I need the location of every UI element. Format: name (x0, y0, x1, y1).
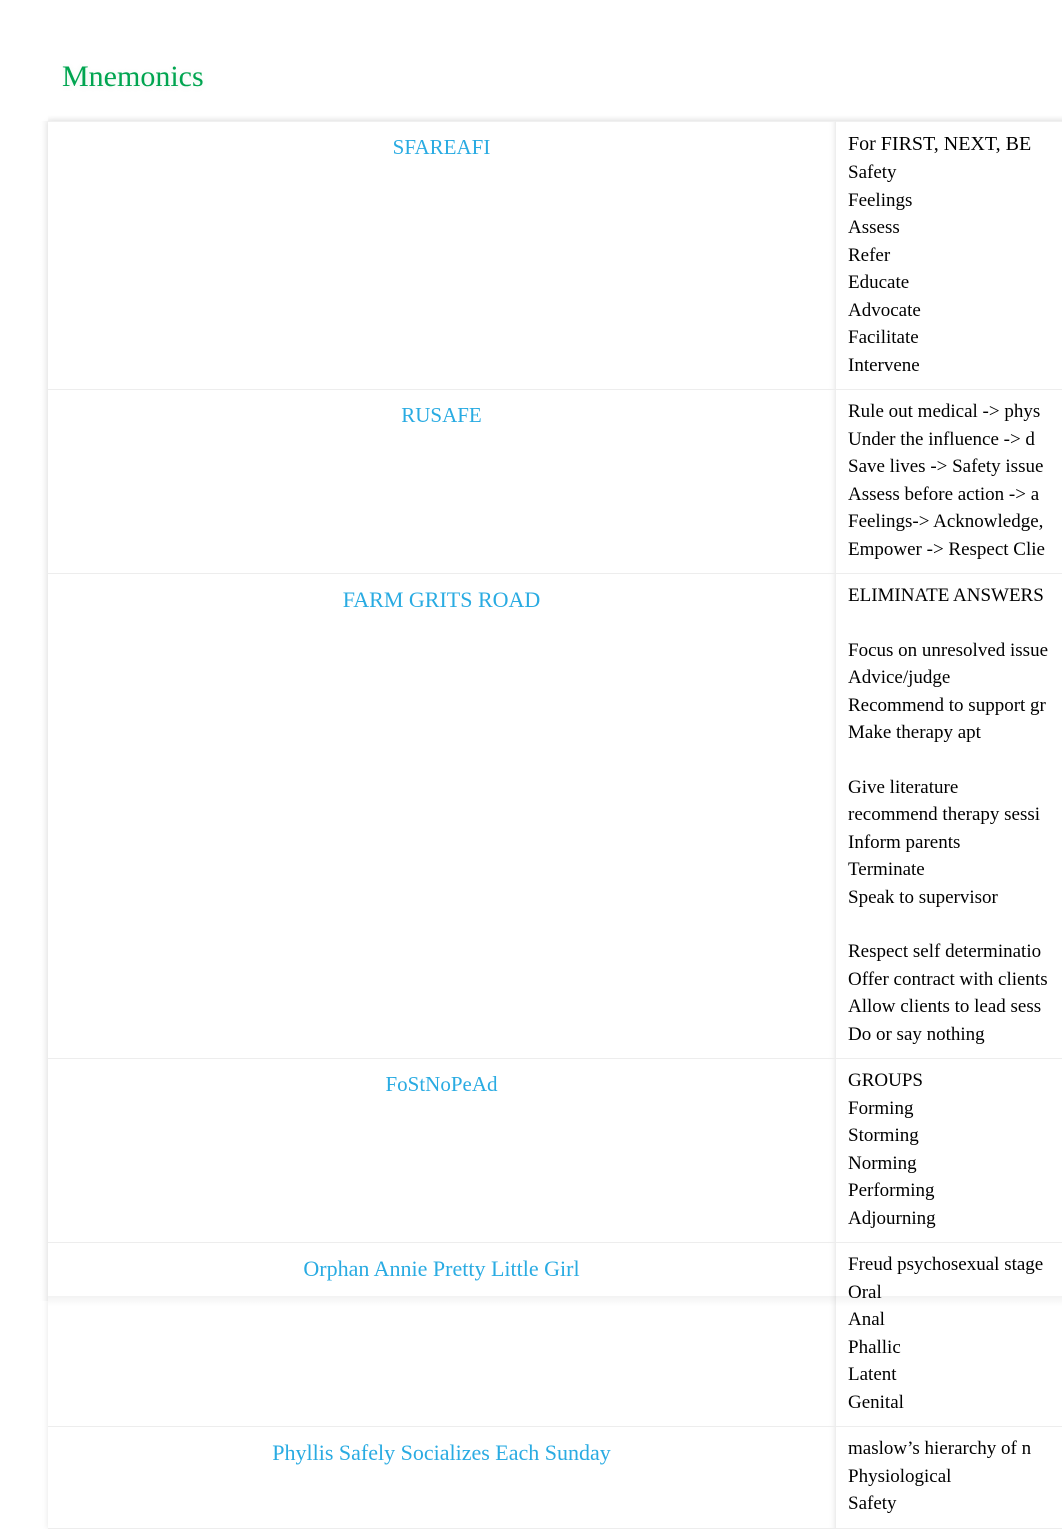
mnemonic-key-label: Orphan Annie Pretty Little Girl (303, 1255, 579, 1282)
mnemonic-meaning-wrap: Rule out medical -> physUnder the influe… (836, 390, 1062, 573)
meaning-line: Refer (848, 242, 1062, 270)
meaning-line: Norming (848, 1150, 1062, 1178)
meaning-line: Safety (848, 159, 1062, 187)
meaning-line: Intervene (848, 352, 1062, 380)
table-row: FARM GRITS ROAD ELIMINATE ANSWERS Focus on… (48, 574, 1062, 1059)
mnemonic-key-wrap: RUSAFE (48, 390, 835, 443)
mnemonic-meaning-wrap: GROUPSFormingStormingNormingPerformingAd… (836, 1059, 1062, 1242)
meaning-line: Under the influence -> d (848, 426, 1062, 454)
meaning-line: Adjourning (848, 1205, 1062, 1233)
mnemonic-key-label: RUSAFE (401, 402, 482, 429)
mnemonic-meaning-cell: GROUPSFormingStormingNormingPerformingAd… (836, 1059, 1062, 1243)
meaning-line: Oral (848, 1279, 1062, 1307)
meaning-line: Rule out medical -> phys (848, 398, 1062, 426)
meaning-line: Freud psychosexual stage (848, 1251, 1062, 1279)
meaning-line: Storming (848, 1122, 1062, 1150)
meaning-line-blank (848, 610, 1062, 637)
meaning-line: Performing (848, 1177, 1062, 1205)
meaning-line: maslow’s hierarchy of n (848, 1435, 1062, 1463)
meaning-line: Allow clients to lead sess (848, 993, 1062, 1021)
mnemonic-key-label: FoStNoPeAd (385, 1071, 497, 1098)
meaning-line: Do or say nothing (848, 1021, 1062, 1049)
table-row: RUSAFE Rule out medical -> physUnder the … (48, 390, 1062, 574)
meaning-line: Inform parents (848, 829, 1062, 857)
mnemonic-meaning-cell: For FIRST, NEXT, BESafetyFeelingsAssessR… (836, 122, 1062, 390)
mnemonic-meaning-cell: Freud psychosexual stageOralAnalPhallicL… (836, 1243, 1062, 1427)
meaning-line: Physiological (848, 1463, 1062, 1491)
meaning-line: Focus on unresolved issue (848, 637, 1062, 665)
mnemonics-table-body: SFAREAFIFor FIRST, NEXT, BESafetyFeeling… (48, 122, 1062, 1529)
mnemonic-key-wrap: Phyllis Safely Socializes Each Sunday (48, 1427, 835, 1480)
mnemonic-key-cell: SFAREAFI (48, 122, 836, 390)
meaning-line: Anal (848, 1306, 1062, 1334)
meaning-line: Recommend to support gr (848, 692, 1062, 720)
meaning-line: Phallic (848, 1334, 1062, 1362)
mnemonic-key-cell: Orphan Annie Pretty Little Girl (48, 1243, 836, 1427)
meaning-line-blank (848, 747, 1062, 774)
mnemonic-key-cell: FARM GRITS ROAD (48, 574, 836, 1059)
mnemonic-key-cell: Phyllis Safely Socializes Each Sunday (48, 1427, 836, 1529)
meaning-line: Feelings-> Acknowledge, (848, 508, 1062, 536)
meaning-line: Genital (848, 1389, 1062, 1417)
meaning-line: Latent (848, 1361, 1062, 1389)
mnemonic-key-label: Phyllis Safely Socializes Each Sunday (272, 1439, 611, 1466)
meaning-line: Educate (848, 269, 1062, 297)
meaning-line-blank (848, 911, 1062, 938)
meaning-line: Assess before action -> a (848, 481, 1062, 509)
mnemonic-key-cell: FoStNoPeAd (48, 1059, 836, 1243)
meaning-line: Advice/judge (848, 664, 1062, 692)
meaning-line: Give literature (848, 774, 1062, 802)
meaning-line: Respect self determinatio (848, 938, 1062, 966)
meaning-line: Assess (848, 214, 1062, 242)
mnemonic-meaning-cell: Rule out medical -> physUnder the influe… (836, 390, 1062, 574)
mnemonic-meaning-wrap: For FIRST, NEXT, BESafetyFeelingsAssessR… (836, 122, 1062, 389)
meaning-line: Offer contract with clients (848, 966, 1062, 994)
mnemonics-table: SFAREAFIFor FIRST, NEXT, BESafetyFeeling… (48, 121, 1062, 1529)
mnemonic-meaning-wrap: maslow’s hierarchy of nPhysiologicalSafe… (836, 1427, 1062, 1528)
page-title: Mnemonics (62, 58, 204, 96)
table-row: FoStNoPeAd GROUPSFormingStormingNormingPe… (48, 1059, 1062, 1243)
meaning-line: Advocate (848, 297, 1062, 325)
mnemonic-meaning-wrap: ELIMINATE ANSWERS Focus on unresolved iss… (836, 574, 1062, 1058)
table-row: Phyllis Safely Socializes Each Sunday mas… (48, 1427, 1062, 1529)
meaning-line: Feelings (848, 187, 1062, 215)
mnemonic-key-label: SFAREAFI (393, 134, 491, 161)
meaning-line: Safety (848, 1490, 1062, 1518)
meaning-line: Save lives -> Safety issue (848, 453, 1062, 481)
meaning-line: GROUPS (848, 1067, 1062, 1095)
mnemonic-meaning-cell: maslow’s hierarchy of nPhysiologicalSafe… (836, 1427, 1062, 1529)
mnemonic-key-wrap: SFAREAFI (48, 122, 835, 175)
mnemonic-key-wrap: FoStNoPeAd (48, 1059, 835, 1112)
meaning-line: ELIMINATE ANSWERS (848, 582, 1062, 610)
meaning-line: recommend therapy sessi (848, 801, 1062, 829)
mnemonic-key-label: FARM GRITS ROAD (343, 586, 541, 613)
mnemonic-key-wrap: Orphan Annie Pretty Little Girl (48, 1243, 835, 1296)
meaning-line: Empower -> Respect Clie (848, 536, 1062, 564)
meaning-line: Facilitate (848, 324, 1062, 352)
meaning-line: Terminate (848, 856, 1062, 884)
meaning-line: Make therapy apt (848, 719, 1062, 747)
mnemonic-key-wrap: FARM GRITS ROAD (48, 574, 835, 627)
mnemonic-key-cell: RUSAFE (48, 390, 836, 574)
document-page: Mnemonics SFAREAFI For FIRST, NEXT, BESaf… (0, 0, 1062, 1377)
table-row: Orphan Annie Pretty Little Girl Freud psy… (48, 1243, 1062, 1427)
meaning-line: For FIRST, NEXT, BE (848, 130, 1062, 159)
mnemonic-meaning-wrap: Freud psychosexual stageOralAnalPhallicL… (836, 1243, 1062, 1426)
meaning-line: Forming (848, 1095, 1062, 1123)
mnemonic-meaning-cell: ELIMINATE ANSWERS Focus on unresolved iss… (836, 574, 1062, 1059)
table-row: SFAREAFI For FIRST, NEXT, BESafetyFeeling… (48, 122, 1062, 390)
meaning-line: Speak to supervisor (848, 884, 1062, 912)
